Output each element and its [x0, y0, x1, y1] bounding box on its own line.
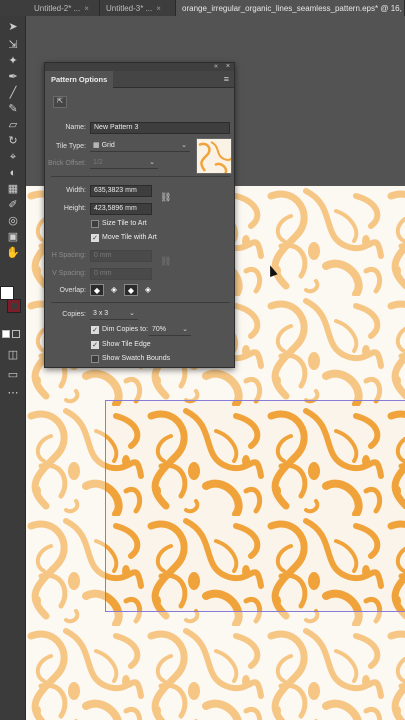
name-label: Name:: [65, 124, 86, 131]
divider: [51, 176, 230, 177]
artboard-tool-icon[interactable]: ▣: [4, 230, 22, 244]
show-swatch-bounds-checkbox[interactable]: [91, 355, 99, 363]
name-field[interactable]: New Pattern 3: [90, 122, 230, 134]
overlap-bottom-in-front-icon[interactable]: ◈: [141, 284, 155, 296]
close-icon[interactable]: ×: [226, 63, 230, 71]
dim-copies-value: 70%: [152, 326, 167, 333]
size-tile-to-art-label: Size Tile to Art: [102, 220, 147, 227]
size-tile-to-art-checkbox[interactable]: [91, 220, 99, 228]
draw-mode-icon[interactable]: ◫: [4, 348, 22, 362]
move-tile-with-art-label: Move Tile with Art: [102, 234, 157, 241]
close-icon[interactable]: ×: [156, 4, 161, 13]
line-tool-icon[interactable]: ╱: [4, 86, 22, 100]
v-spacing-label: V Spacing:: [52, 270, 86, 277]
eraser-tool-icon[interactable]: ▱: [4, 118, 22, 132]
close-icon[interactable]: ×: [84, 4, 89, 13]
magic-wand-tool-icon[interactable]: ✦: [4, 54, 22, 68]
panel-header: Pattern Options ≡: [45, 70, 234, 88]
pen-tool-icon[interactable]: ✒: [4, 70, 22, 84]
copies-select[interactable]: 3 x 3 ⌄: [90, 308, 138, 320]
hand-tool-icon[interactable]: ✋: [4, 246, 22, 260]
tab-label: Untitled-2* ...: [34, 3, 81, 13]
width-field[interactable]: 635,3823 mm: [90, 185, 152, 197]
width-tool-icon[interactable]: ⌖: [4, 150, 22, 164]
show-tile-edge-label: Show Tile Edge: [102, 341, 151, 348]
show-tile-edge-checkbox[interactable]: ✓: [91, 341, 99, 349]
fill-swatch[interactable]: [0, 286, 14, 300]
grid-tile-icon: ▦: [93, 142, 102, 149]
overlap-top-in-front-icon[interactable]: ◆: [124, 284, 138, 296]
document-tab-untitled-2[interactable]: Untitled-2* ... ×: [0, 0, 100, 16]
paintbrush-tool-icon[interactable]: ✎: [4, 102, 22, 116]
width-label: Width:: [66, 187, 86, 194]
v-spacing-field[interactable]: 0 mm: [90, 268, 152, 280]
illustrator-window: Untitled-2* ... × Untitled-3* ... × oran…: [0, 0, 405, 720]
chevron-down-icon: ⌄: [181, 142, 187, 149]
document-tab-active[interactable]: orange_irregular_organic_lines_seamless_…: [176, 0, 405, 16]
preview-pattern: [197, 139, 231, 173]
tab-label: Untitled-3* ...: [106, 3, 153, 13]
chevron-down-icon: ⌄: [149, 159, 155, 166]
move-tile-with-art-checkbox[interactable]: ✓: [91, 234, 99, 242]
panel-tab-pattern-options[interactable]: Pattern Options: [45, 70, 114, 88]
rotate-tool-icon[interactable]: ↻: [4, 134, 22, 148]
h-spacing-field[interactable]: 0 mm: [90, 250, 152, 262]
dim-copies-checkbox[interactable]: ✓: [91, 326, 99, 334]
tile-edit-tool-icon[interactable]: ⇱: [53, 96, 67, 108]
show-swatch-bounds-label: Show Swatch Bounds: [102, 355, 171, 362]
chevron-down-icon: ⌄: [129, 310, 135, 317]
selection-tool-icon[interactable]: ➤: [4, 20, 22, 34]
height-field[interactable]: 423,5896 mm: [90, 203, 152, 215]
perspective-grid-tool-icon[interactable]: ▦: [4, 182, 22, 196]
stroke-swatch[interactable]: [7, 299, 21, 313]
tile-type-select[interactable]: ▦ Grid ⌄: [90, 140, 190, 152]
tab-label: orange_irregular_organic_lines_seamless_…: [182, 3, 402, 13]
overlap-left-in-front-icon[interactable]: ◆: [90, 284, 104, 296]
dim-copies-label: Dim Copies to:: [102, 326, 148, 333]
tile-preview-thumbnail: [196, 138, 232, 174]
blend-tool-icon[interactable]: ◎: [4, 214, 22, 228]
document-tab-untitled-3[interactable]: Untitled-3* ... ×: [100, 0, 176, 16]
none-color-icon[interactable]: [12, 330, 20, 338]
tools-panel: ➤ ⇲ ✦ ✒ ╱ ✎ ▱ ↻ ⌖ ◐ ▦ ✐ ◎ ▣ ✋ ◫ ▭ ⋯: [0, 16, 26, 720]
panel-menu-icon[interactable]: ≡: [224, 74, 234, 84]
collapse-icon[interactable]: «: [214, 63, 218, 71]
brick-offset-value: 1/2: [93, 159, 103, 166]
screen-mode-icon[interactable]: ▭: [4, 368, 22, 382]
dim-copies-select[interactable]: 70% ⌄: [149, 324, 191, 336]
tile-type-value: Grid: [101, 142, 115, 149]
chevron-down-icon: ⌄: [182, 326, 188, 333]
document-tab-bar: Untitled-2* ... × Untitled-3* ... × oran…: [0, 0, 405, 16]
h-spacing-label: H Spacing:: [51, 252, 86, 259]
tile-type-label: Tile Type:: [56, 143, 86, 150]
eyedropper-tool-icon[interactable]: ✐: [4, 198, 22, 212]
default-colors-icon[interactable]: [2, 330, 10, 338]
height-label: Height:: [63, 205, 86, 212]
divider: [51, 302, 230, 303]
brick-offset-label: Brick Offset:: [48, 160, 86, 167]
more-tools-icon[interactable]: ⋯: [4, 386, 22, 400]
overlap-right-in-front-icon[interactable]: ◈: [107, 284, 121, 296]
brick-offset-select[interactable]: 1/2 ⌄: [90, 157, 158, 169]
pattern-options-panel: « × Pattern Options ≡ ⇱ Name: New Patter…: [44, 62, 235, 368]
overlap-label: Overlap:: [59, 287, 86, 294]
direct-selection-tool-icon[interactable]: ⇲: [4, 38, 22, 52]
copies-label: Copies:: [62, 311, 86, 318]
link-proportions-icon[interactable]: ⛓: [160, 192, 171, 203]
shape-builder-tool-icon[interactable]: ◐: [4, 166, 22, 180]
copies-value: 3 x 3: [93, 310, 109, 317]
tile-edge-bounds[interactable]: [105, 400, 405, 612]
link-spacing-icon[interactable]: ⛓: [160, 256, 171, 267]
